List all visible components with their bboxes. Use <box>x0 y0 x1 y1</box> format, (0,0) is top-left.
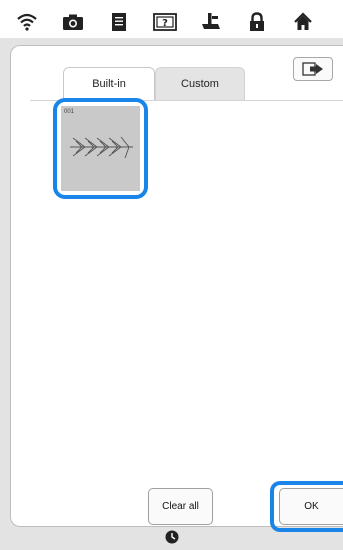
clear-all-button[interactable]: Clear all <box>148 488 213 525</box>
wifi-icon[interactable] <box>14 10 40 34</box>
pattern-number: 001 <box>64 109 75 115</box>
tab-custom[interactable]: Custom <box>155 67 245 100</box>
clear-all-label: Clear all <box>162 501 199 512</box>
home-icon[interactable] <box>290 10 316 34</box>
tab-builtin[interactable]: Built-in <box>63 67 155 100</box>
tab-custom-label: Custom <box>181 78 219 90</box>
pattern-tile-001[interactable]: 001 <box>53 98 148 199</box>
tab-builtin-label: Built-in <box>92 78 126 90</box>
ok-label: OK <box>304 501 319 512</box>
decorative-stitch-icon <box>70 136 133 159</box>
exit-button[interactable] <box>293 57 333 81</box>
clock-icon[interactable] <box>165 530 179 544</box>
lock-icon[interactable] <box>244 10 270 34</box>
exit-icon <box>302 62 323 76</box>
camera-icon[interactable] <box>60 10 86 34</box>
pattern-preview: 001 <box>61 106 140 191</box>
presser-foot-icon[interactable] <box>198 10 224 34</box>
svg-text:?: ? <box>162 18 168 29</box>
ok-button[interactable]: OK <box>279 488 343 525</box>
document-icon[interactable] <box>106 10 132 34</box>
help-icon[interactable]: ? <box>152 10 178 34</box>
